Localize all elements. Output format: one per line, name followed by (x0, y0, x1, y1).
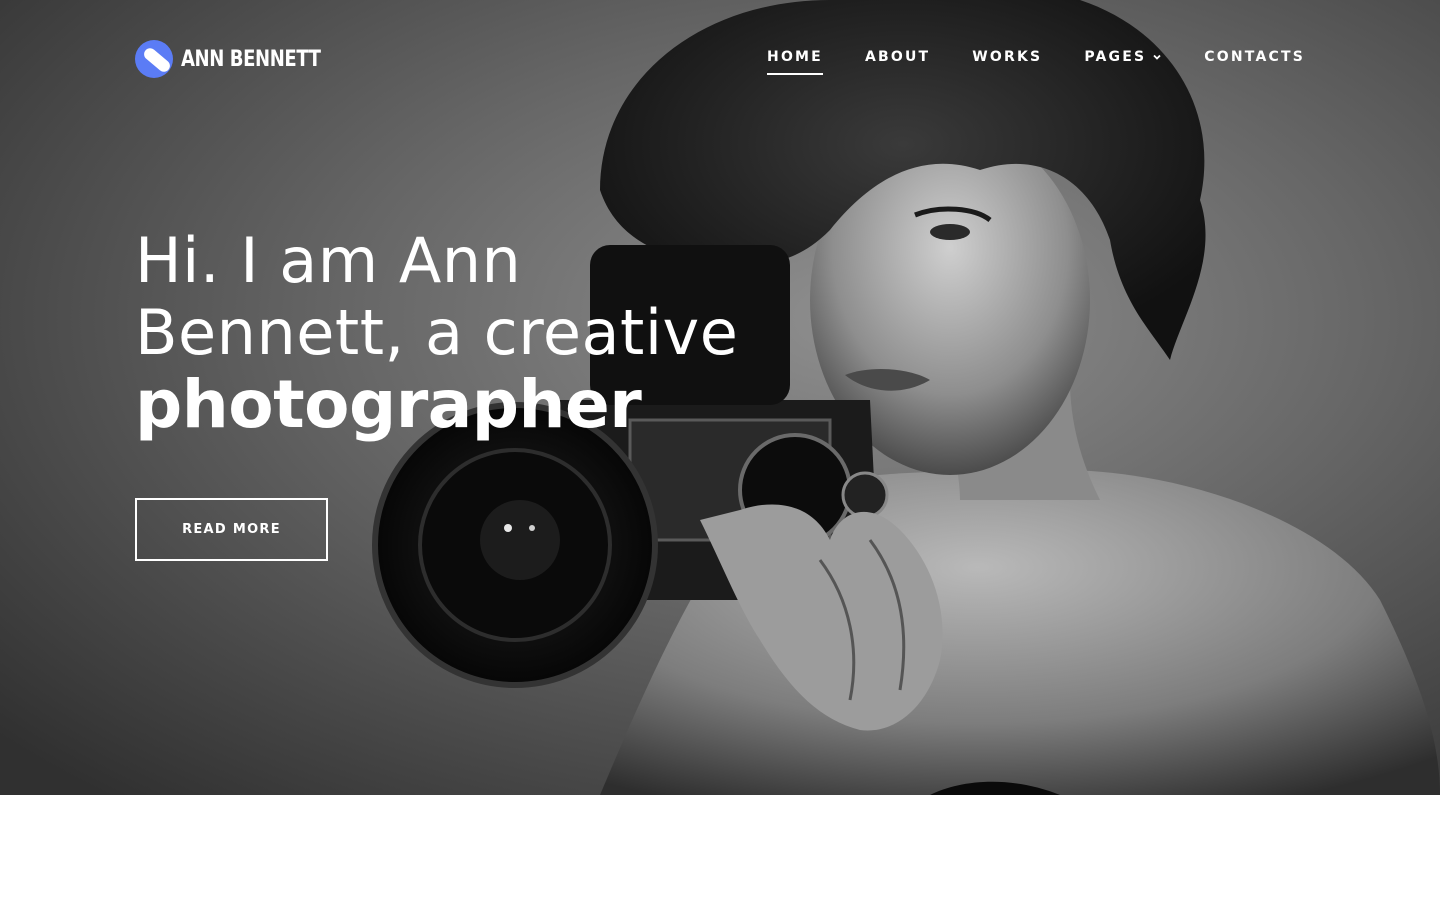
read-more-label: READ MORE (182, 522, 281, 537)
nav-item-works[interactable]: WORKS (972, 49, 1042, 65)
chevron-down-icon (1153, 54, 1161, 60)
nav-item-home[interactable]: HOME (767, 49, 823, 75)
nav-item-label: HOME (767, 49, 823, 65)
nav-item-label: ABOUT (864, 49, 931, 65)
nav-item-about[interactable]: ABOUT (865, 49, 930, 65)
nav-item-contacts[interactable]: CONTACTS (1204, 49, 1305, 65)
hero-headline-line1: Hi. I am Ann (135, 224, 522, 297)
hero-section: ANN BENNETT HOME ABOUT WORKS PAGES CONTA… (0, 0, 1440, 795)
logo[interactable]: ANN BENNETT (135, 40, 351, 78)
nav-item-label: CONTACTS (1204, 49, 1305, 65)
logo-mark-icon (135, 40, 173, 78)
content-area (0, 795, 1440, 900)
site-header: ANN BENNETT HOME ABOUT WORKS PAGES CONTA… (0, 0, 1440, 120)
nav-item-label: WORKS (972, 49, 1043, 65)
nav-item-pages[interactable]: PAGES (1084, 49, 1162, 65)
read-more-button[interactable]: READ MORE (135, 498, 328, 561)
hero-headline-bold: photographer (135, 366, 642, 443)
hero-headline-line2: Bennett, a creative (135, 296, 739, 369)
nav-item-label: PAGES (1084, 49, 1147, 65)
hero-headline: Hi. I am Ann Bennett, a creative photogr… (135, 225, 855, 441)
main-nav: HOME ABOUT WORKS PAGES CONTACTS (767, 49, 1305, 75)
brand-name: ANN BENNETT (181, 46, 321, 72)
